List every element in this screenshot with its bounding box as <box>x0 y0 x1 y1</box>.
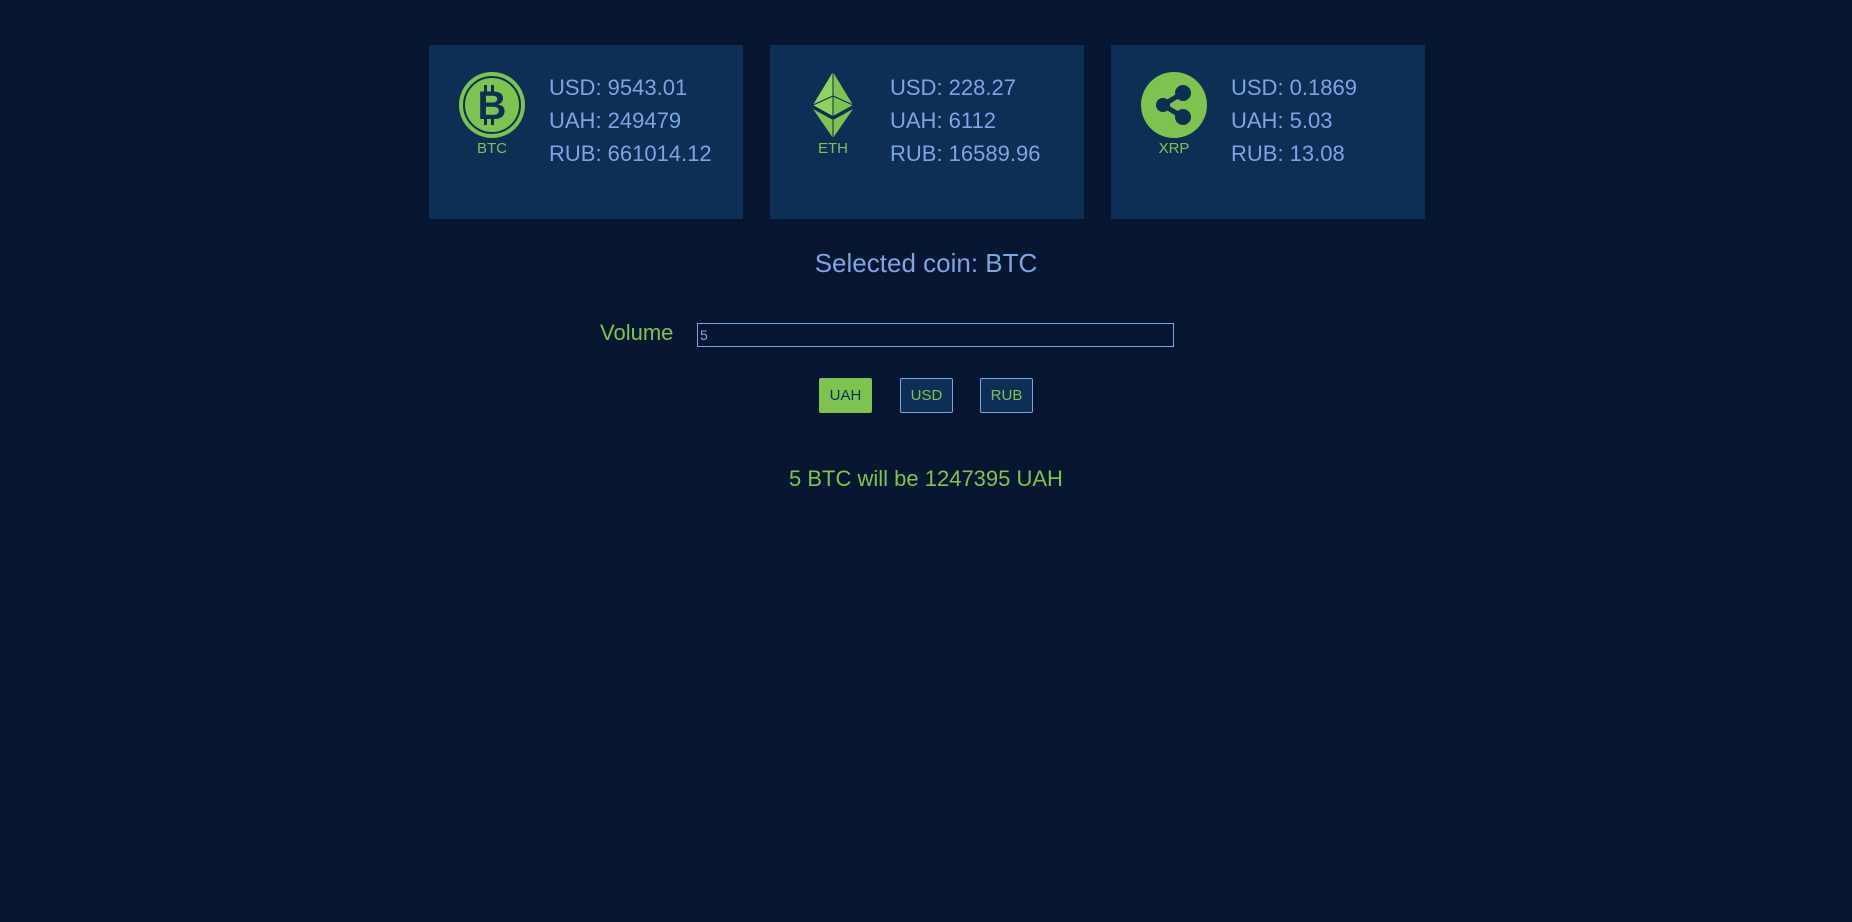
coin-badge: ETH <box>800 72 866 157</box>
coin-prices: USD: 228.27 UAH: 6112 RUB: 16589.96 <box>890 71 1040 170</box>
selected-coin-heading: Selected coin: BTC <box>814 248 1038 278</box>
price-uah: UAH: 6112 <box>890 108 996 133</box>
volume-label: Volume <box>600 320 674 345</box>
currency-button-rub[interactable]: RUB <box>980 378 1033 413</box>
coin-card-xrp[interactable]: XRP USD: 0.1869 UAH: 5.03 RUB: 13.08 <box>1111 45 1425 219</box>
coin-badge: B BTC <box>459 72 525 157</box>
ripple-icon <box>1141 72 1207 138</box>
coin-symbol: XRP <box>1158 140 1190 157</box>
currency-button-usd[interactable]: USD <box>900 378 953 413</box>
price-uah: UAH: 249479 <box>549 108 682 133</box>
ethereum-icon <box>812 72 854 138</box>
bitcoin-icon: B <box>459 72 525 138</box>
price-usd: USD: 0.1869 <box>1231 75 1357 100</box>
coin-card-btc[interactable]: B BTC USD: 9543.01 UAH: 249479 RUB: 6610… <box>429 45 743 219</box>
price-uah: UAH: 5.03 <box>1231 108 1333 133</box>
coin-cards: B BTC USD: 9543.01 UAH: 249479 RUB: 6610… <box>429 45 1425 219</box>
volume-input[interactable] <box>697 323 1174 347</box>
coin-prices: USD: 0.1869 UAH: 5.03 RUB: 13.08 <box>1231 71 1357 170</box>
coin-badge: XRP <box>1141 72 1207 157</box>
coin-card-eth[interactable]: ETH USD: 228.27 UAH: 6112 RUB: 16589.96 <box>770 45 1084 219</box>
coin-symbol: BTC <box>477 140 507 157</box>
coin-symbol: ETH <box>818 140 848 157</box>
price-usd: USD: 9543.01 <box>549 75 688 100</box>
price-usd: USD: 228.27 <box>890 75 1016 100</box>
price-rub: RUB: 661014.12 <box>549 141 712 166</box>
price-rub: RUB: 13.08 <box>1231 141 1345 166</box>
coin-prices: USD: 9543.01 UAH: 249479 RUB: 661014.12 <box>549 71 712 170</box>
currency-button-uah[interactable]: UAH <box>819 378 872 413</box>
conversion-result: 5 BTC will be 1247395 UAH <box>789 466 1063 491</box>
price-rub: RUB: 16589.96 <box>890 141 1041 166</box>
